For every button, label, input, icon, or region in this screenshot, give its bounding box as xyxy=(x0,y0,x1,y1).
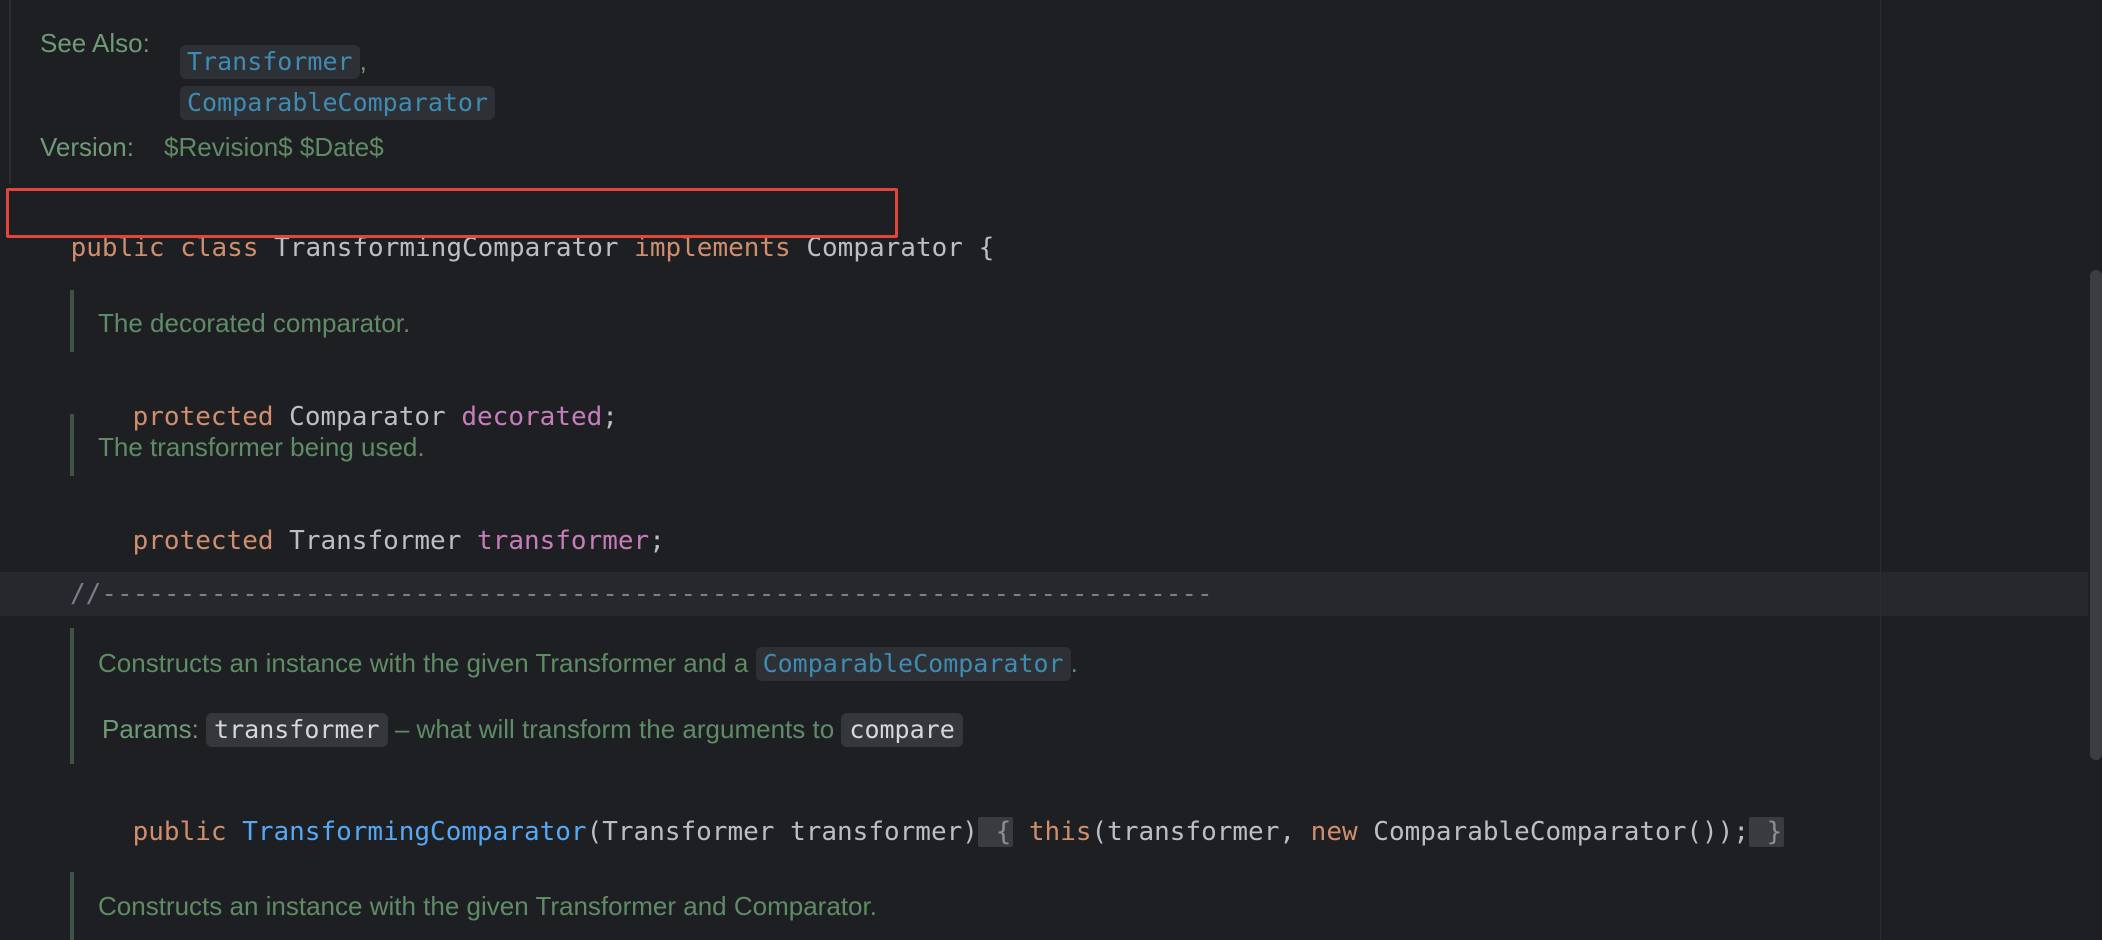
param-ref-chip: compare xyxy=(841,713,963,747)
param-name-chip: transformer xyxy=(206,713,388,747)
version-value: $Revision$ $Date$ xyxy=(164,132,384,162)
doc-link-comparablecomparator[interactable]: ComparableComparator xyxy=(755,647,1071,681)
keyword-public: public xyxy=(132,817,227,847)
see-also-link-comparablecomparator[interactable]: ComparableComparator xyxy=(180,86,496,120)
vertical-scrollbar-thumb[interactable] xyxy=(2090,270,2102,760)
keyword-protected: protected xyxy=(132,526,274,556)
doc-constructor-one-suffix: . xyxy=(1070,648,1078,678)
keyword-protected: protected xyxy=(132,402,274,432)
call-args-end: ComparableComparator()); xyxy=(1357,817,1749,847)
fold-close-brace[interactable]: } xyxy=(1748,817,1785,847)
doc-constructor-two: Constructs an instance with the given Tr… xyxy=(98,891,877,921)
semicolon: ; xyxy=(602,402,618,432)
doc-bar-constructor-two xyxy=(70,872,74,940)
semicolon: ; xyxy=(649,526,665,556)
constructor-signature: (Transformer transformer) xyxy=(586,817,978,847)
doc-bar-constructor-one xyxy=(70,628,74,764)
constructor-one-line[interactable]: public TransformingComparator(Transforme… xyxy=(70,781,1785,883)
params-label: Params: xyxy=(102,714,199,744)
doc-decorated: The decorated comparator. xyxy=(98,308,411,338)
field-type: Transformer xyxy=(289,526,462,556)
see-also-label: See Also: xyxy=(40,28,150,58)
version-label: Version: xyxy=(40,132,134,162)
doc-constructor-one: Constructs an instance with the given Tr… xyxy=(98,646,1078,681)
param-description: – what will transform the arguments to xyxy=(394,714,835,744)
highlight-box xyxy=(6,188,898,238)
doc-transformer: The transformer being used. xyxy=(98,432,425,462)
field-name-transformer: transformer xyxy=(477,526,650,556)
doc-params-row: Params: transformer – what will transfor… xyxy=(102,712,963,747)
keyword-new: new xyxy=(1310,817,1358,847)
field-type: Comparator xyxy=(289,402,446,432)
fold-open-brace[interactable]: { xyxy=(977,817,1014,847)
see-also-links-row-2: ComparableComparator xyxy=(164,68,496,138)
class-open-brace: { xyxy=(978,233,995,263)
keyword-this: this xyxy=(1028,817,1092,847)
call-args-start: (transformer, xyxy=(1091,817,1311,847)
doc-bar-transformer xyxy=(70,414,74,476)
separator-comment[interactable]: //--------------------------------------… xyxy=(70,577,1213,611)
code-editor[interactable]: See Also: Transformer, ComparableCompara… xyxy=(0,0,2102,940)
constructor-name: TransformingComparator xyxy=(242,817,587,847)
doc-constructor-one-prefix: Constructs an instance with the given Tr… xyxy=(98,648,749,678)
doc-bar-decorated xyxy=(70,290,74,352)
field-name-decorated: decorated xyxy=(461,402,603,432)
right-margin-guide xyxy=(1880,0,1881,940)
doc-block-left-border xyxy=(9,0,11,184)
